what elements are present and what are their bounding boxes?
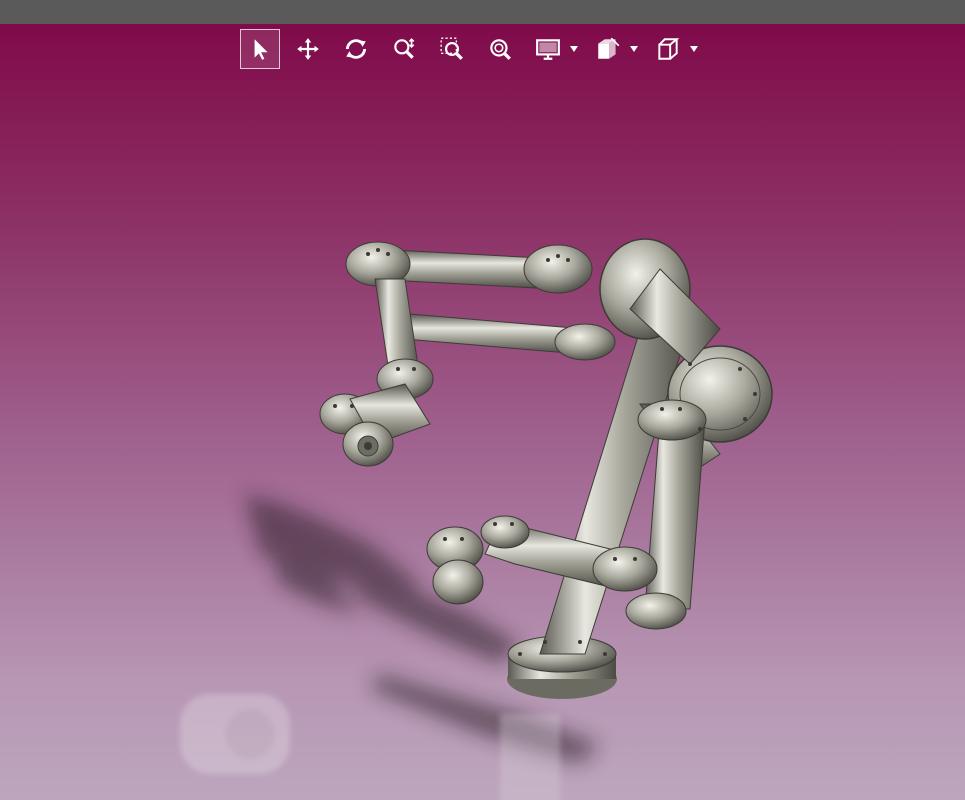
section-view-icon <box>598 37 620 59</box>
window-top-bar <box>0 0 965 24</box>
chevron-down-icon <box>570 46 578 52</box>
pan-button[interactable] <box>288 29 328 69</box>
chevron-down-icon <box>690 46 698 52</box>
move-arrows-icon <box>297 38 319 60</box>
display-style-button[interactable] <box>528 29 568 69</box>
display-style-group <box>528 29 580 69</box>
monitor-icon <box>536 39 560 60</box>
zoom-fit-icon <box>490 39 511 60</box>
cursor-arrow-icon <box>254 39 268 60</box>
view-orientation-dropdown[interactable] <box>688 43 700 55</box>
section-view-group <box>588 29 640 69</box>
section-view-button[interactable] <box>588 29 628 69</box>
zoom-fit-button[interactable] <box>480 29 520 69</box>
select-button[interactable] <box>240 29 280 69</box>
zoom-dynamic-button[interactable] <box>384 29 424 69</box>
section-view-dropdown[interactable] <box>628 43 640 55</box>
robot-arm-model[interactable] <box>0 24 965 800</box>
wrist <box>319 358 434 467</box>
3d-viewport[interactable] <box>0 24 965 800</box>
view-toolbar <box>240 28 708 70</box>
display-style-dropdown[interactable] <box>568 43 580 55</box>
view-orientation-button[interactable] <box>648 29 688 69</box>
zoom-updown-icon <box>394 38 415 59</box>
cube-icon <box>658 38 680 60</box>
zoom-window-button[interactable] <box>432 29 472 69</box>
chevron-down-icon <box>630 46 638 52</box>
view-orientation-group <box>648 29 700 69</box>
rotate-button[interactable] <box>336 29 376 69</box>
rotate-icon <box>345 39 367 59</box>
zoom-window-icon <box>440 37 463 60</box>
